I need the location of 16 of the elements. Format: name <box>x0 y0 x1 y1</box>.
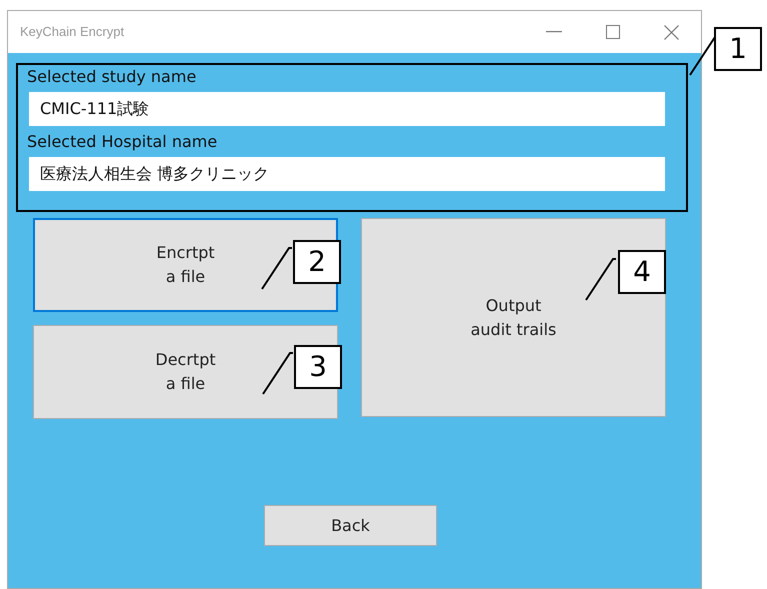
leader-line <box>261 246 292 290</box>
callout-number: 1 <box>714 27 762 71</box>
maximize-icon[interactable] <box>606 25 620 39</box>
callout-number: 4 <box>618 250 666 294</box>
field-label: Selected study name <box>27 66 198 88</box>
text-field[interactable]: CMIC-111試験 <box>29 92 665 126</box>
text-field[interactable]: 医療法人相生会 博多クリニック <box>29 157 665 191</box>
back-button[interactable]: Back <box>264 505 437 546</box>
callout-number: 3 <box>294 345 342 389</box>
leader-line <box>262 351 293 395</box>
field-label: Selected Hospital name <box>27 131 218 153</box>
window-title: KeyChain Encrypt <box>20 23 124 42</box>
callout-number: 2 <box>293 240 341 284</box>
minimize-icon[interactable] <box>546 31 562 33</box>
leader-line <box>585 257 616 301</box>
close-icon[interactable] <box>664 24 679 40</box>
